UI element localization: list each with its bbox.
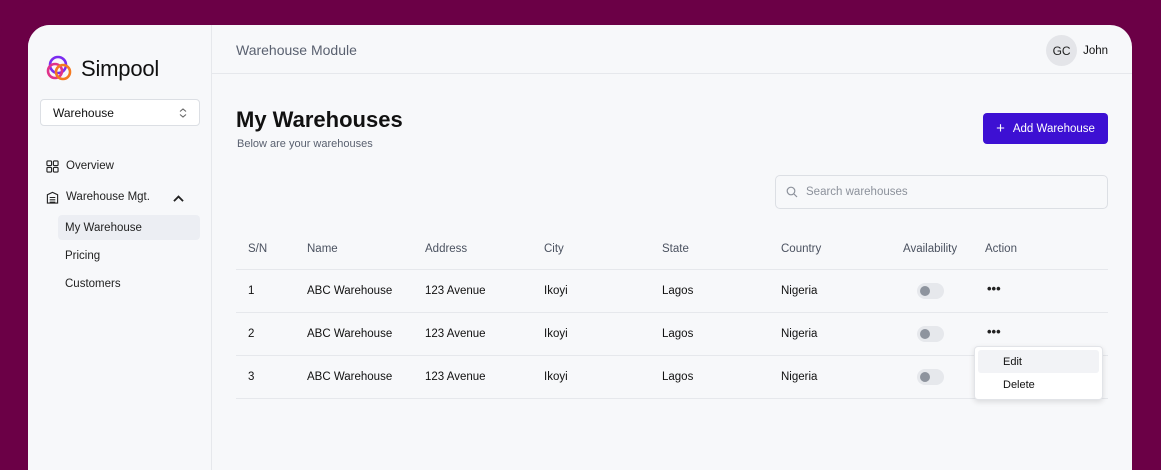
more-actions-icon[interactable]: ••• xyxy=(985,325,1001,338)
search-icon xyxy=(786,186,798,198)
cell-city: Ikoyi xyxy=(544,371,568,383)
toggle-knob xyxy=(920,329,930,339)
menu-item-edit[interactable]: Edit xyxy=(978,350,1099,373)
sidebar-nav: Overview Warehouse Mgt. My Warehouse Pri… xyxy=(40,153,200,299)
row-action-menu: Edit Delete xyxy=(974,346,1103,400)
toggle-knob xyxy=(920,372,930,382)
cell-country: Nigeria xyxy=(781,328,818,340)
cell-sn: 1 xyxy=(248,285,255,297)
user-name: John xyxy=(1083,44,1108,57)
cell-sn: 2 xyxy=(248,328,255,340)
building-icon xyxy=(46,191,59,204)
availability-toggle[interactable] xyxy=(917,283,944,299)
cell-country: Nigeria xyxy=(781,285,818,297)
module-select-value: Warehouse xyxy=(53,105,114,120)
column-header-state: State xyxy=(662,243,689,255)
search-box[interactable] xyxy=(775,175,1108,209)
column-header-availability: Availability xyxy=(903,243,958,255)
search-input[interactable] xyxy=(806,186,1086,198)
cell-sn: 3 xyxy=(248,371,255,383)
cell-country: Nigeria xyxy=(781,371,818,383)
table-row: 1 ABC Warehouse 123 Avenue Ikoyi Lagos N… xyxy=(236,270,1108,313)
cell-name: ABC Warehouse xyxy=(307,328,393,340)
cell-name: ABC Warehouse xyxy=(307,285,393,297)
menu-item-delete[interactable]: Delete xyxy=(978,373,1099,396)
sidebar-item-warehouse-mgt[interactable]: Warehouse Mgt. xyxy=(40,184,200,210)
cell-city: Ikoyi xyxy=(544,285,568,297)
column-header-name: Name xyxy=(307,243,338,255)
sidebar-subitem-label: Pricing xyxy=(65,249,101,262)
cell-state: Lagos xyxy=(662,285,694,297)
user-menu[interactable]: GC John xyxy=(1046,35,1108,66)
availability-cell xyxy=(903,313,944,355)
avatar[interactable]: GC xyxy=(1046,35,1078,66)
module-title: Warehouse Module xyxy=(236,42,357,58)
column-header-country: Country xyxy=(781,243,822,255)
sidebar-subitem-label: My Warehouse xyxy=(65,221,142,234)
column-header-city: City xyxy=(544,243,564,255)
sidebar-subitem-pricing[interactable]: Pricing xyxy=(58,243,200,268)
sidebar-item-label: Warehouse Mgt. xyxy=(66,191,150,203)
plus-icon: + xyxy=(996,120,1005,137)
action-cell: ••• xyxy=(985,270,1001,312)
cell-state: Lagos xyxy=(662,371,694,383)
cell-address: 123 Avenue xyxy=(425,328,486,340)
table-header-row: S/N Name Address City State Country Avai… xyxy=(236,229,1108,270)
top-header: Warehouse Module GC John xyxy=(212,25,1132,74)
simpool-logo-icon xyxy=(46,55,72,81)
cell-name: ABC Warehouse xyxy=(307,371,393,383)
brand-name: Simpool xyxy=(81,56,160,81)
toggle-knob xyxy=(920,286,930,296)
availability-cell xyxy=(903,270,944,312)
column-header-address: Address xyxy=(425,243,468,255)
cell-state: Lagos xyxy=(662,328,694,340)
page-title: My Warehouses xyxy=(236,107,403,132)
brand[interactable]: Simpool xyxy=(44,53,159,85)
column-header-sn: S/N xyxy=(248,243,268,255)
add-warehouse-button[interactable]: + Add Warehouse xyxy=(983,113,1108,144)
sidebar-item-overview[interactable]: Overview xyxy=(40,153,200,179)
page-subtitle: Below are your warehouses xyxy=(237,138,373,150)
availability-toggle[interactable] xyxy=(917,369,944,385)
sidebar: Simpool Warehouse Overview Warehouse Mgt… xyxy=(28,25,212,470)
cell-address: 123 Avenue xyxy=(425,371,486,383)
column-header-action: Action xyxy=(985,243,1017,255)
availability-cell xyxy=(903,356,944,398)
cell-address: 123 Avenue xyxy=(425,285,486,297)
app-window: Simpool Warehouse Overview Warehouse Mgt… xyxy=(28,25,1132,470)
module-select[interactable]: Warehouse xyxy=(40,99,200,126)
main-content: My Warehouses Below are your warehouses … xyxy=(212,74,1132,470)
sidebar-subitem-label: Customers xyxy=(65,277,121,290)
chevron-up-icon[interactable] xyxy=(172,192,185,205)
more-actions-icon[interactable]: ••• xyxy=(985,282,1001,295)
chevron-up-down-icon xyxy=(179,107,187,118)
sidebar-item-label: Overview xyxy=(66,160,114,172)
device-frame: Simpool Warehouse Overview Warehouse Mgt… xyxy=(0,0,1161,470)
add-warehouse-label: Add Warehouse xyxy=(1012,122,1095,135)
grid-icon xyxy=(46,159,59,173)
sidebar-subitem-my-warehouse[interactable]: My Warehouse xyxy=(58,215,200,240)
cell-city: Ikoyi xyxy=(544,328,568,340)
availability-toggle[interactable] xyxy=(917,326,944,342)
sidebar-subitem-customers[interactable]: Customers xyxy=(58,271,200,296)
